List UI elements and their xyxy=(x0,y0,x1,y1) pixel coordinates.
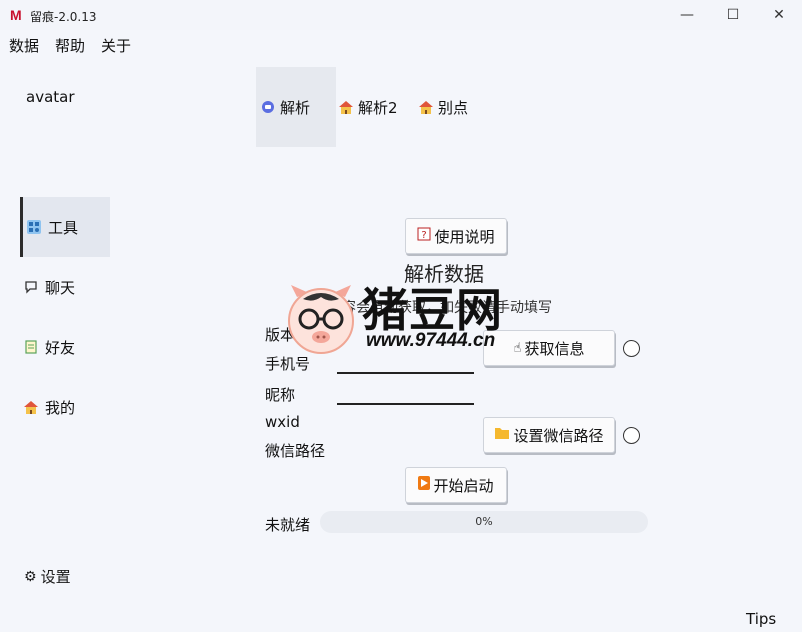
pig-logo-icon xyxy=(283,283,359,355)
menu-help[interactable]: 帮助 xyxy=(47,34,93,58)
start-button[interactable]: 开始启动 xyxy=(405,467,507,503)
sidebar-item-tools[interactable]: 工具 xyxy=(20,197,110,257)
nickname-field[interactable] xyxy=(337,403,474,405)
minimize-button[interactable]: — xyxy=(664,0,710,30)
sidebar-item-settings[interactable]: ⚙ 设置 xyxy=(24,566,71,587)
house-icon xyxy=(338,99,354,115)
minimize-icon: — xyxy=(680,7,694,23)
close-icon: ✕ xyxy=(773,7,785,23)
hand-icon: ☝ xyxy=(513,340,522,356)
wxid-label: wxid xyxy=(265,413,300,431)
settings-label: 设置 xyxy=(40,568,71,586)
set-path-radio[interactable] xyxy=(623,427,640,444)
tab-parse2[interactable]: 解析2 xyxy=(338,67,398,147)
progress-text: 0% xyxy=(475,515,493,528)
sidebar-item-mine[interactable]: 我的 xyxy=(20,377,110,437)
phone-field[interactable] xyxy=(337,372,474,374)
get-info-radio[interactable] xyxy=(623,340,640,357)
phone-label: 手机号 xyxy=(265,355,311,373)
progress-bar: 0% xyxy=(320,511,648,533)
menu-about[interactable]: 关于 xyxy=(93,34,139,58)
sidebar-item-label: 工具 xyxy=(48,218,79,237)
sidebar-item-label: 我的 xyxy=(45,398,76,417)
home-icon xyxy=(23,399,39,415)
tab-label: 解析 xyxy=(280,98,311,117)
question-icon: ? xyxy=(417,227,431,245)
get-info-button-label: 获取信息 xyxy=(524,339,585,358)
close-button[interactable]: ✕ xyxy=(756,0,802,30)
folder-icon xyxy=(494,426,510,444)
sidebar-item-contacts[interactable]: 好友 xyxy=(20,317,110,377)
tab-parse[interactable]: 解析 xyxy=(256,67,336,147)
tab-dont-click[interactable]: 别点 xyxy=(418,67,468,147)
play-icon xyxy=(418,476,431,494)
tab-label: 别点 xyxy=(438,98,469,117)
maximize-button[interactable]: ☐ xyxy=(710,0,756,30)
start-button-label: 开始启动 xyxy=(433,476,494,495)
set-path-button-label: 设置微信路径 xyxy=(513,426,604,445)
window-title: 留痕-2.0.13 xyxy=(30,10,97,24)
sidebar-item-label: 聊天 xyxy=(45,278,76,297)
sidebar-item-label: 好友 xyxy=(45,338,76,357)
watermark-url: www.97444.cn xyxy=(366,330,496,351)
maximize-icon: ☐ xyxy=(726,7,740,23)
set-path-button[interactable]: 设置微信路径 xyxy=(483,417,615,453)
app-logo-icon: M xyxy=(10,7,22,23)
tips-link[interactable]: Tips xyxy=(746,610,776,628)
svg-text:?: ? xyxy=(422,230,427,241)
avatar[interactable]: avatar xyxy=(26,88,75,106)
menu-data[interactable]: 数据 xyxy=(0,34,47,58)
nickname-label: 昵称 xyxy=(265,386,296,404)
menu-bar: 数据 帮助 关于 xyxy=(0,34,139,58)
parse-icon xyxy=(260,99,276,115)
gear-icon: ⚙ xyxy=(24,568,37,585)
sidebar-item-chat[interactable]: 聊天 xyxy=(20,257,110,317)
tools-icon xyxy=(26,219,42,235)
help-button-label: 使用说明 xyxy=(434,227,495,246)
help-button[interactable]: ? 使用说明 xyxy=(405,218,507,254)
wechat-path-label: 微信路径 xyxy=(265,442,326,460)
contacts-icon xyxy=(23,339,39,355)
house-icon xyxy=(418,99,434,115)
status-text: 未就绪 xyxy=(265,516,311,534)
title-bar: M 留痕-2.0.13 — ☐ ✕ xyxy=(0,0,802,30)
chat-icon xyxy=(23,279,39,295)
tab-label: 解析2 xyxy=(358,98,398,117)
